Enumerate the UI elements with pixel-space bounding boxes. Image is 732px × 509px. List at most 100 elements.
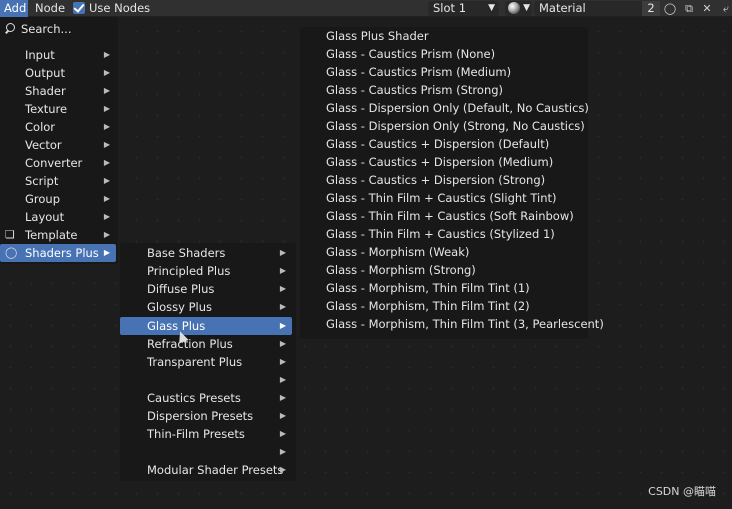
menu-item-label: Modular Shader Presets — [147, 463, 284, 477]
menu-search[interactable]: Search... — [4, 20, 71, 38]
use-nodes-checkbox[interactable] — [73, 2, 85, 14]
submenu-arrow-icon: ▶ — [103, 176, 110, 185]
menu-item-base-shaders[interactable]: Base Shaders ▶ — [120, 244, 292, 262]
submenu-arrow-icon: ▶ — [279, 284, 286, 293]
slot-dropdown[interactable]: Slot 1 ▼ — [428, 1, 499, 16]
menu-item-dispersion-only-strong[interactable]: Glass - Dispersion Only (Strong, No Caus… — [300, 117, 588, 135]
submenu-arrow-icon: ▶ — [279, 339, 286, 348]
menu-item-label: Input — [25, 48, 55, 62]
menu-item-dispersion-presets[interactable]: Dispersion Presets ▶ — [120, 407, 292, 425]
menu-item-caustics-dispersion-medium[interactable]: Glass - Caustics + Dispersion (Medium) — [300, 153, 588, 171]
menu-item-morphism-tint-1[interactable]: Glass - Morphism, Thin Film Tint (1) — [300, 279, 588, 297]
menu-item-principled-plus[interactable]: Principled Plus ▶ — [120, 262, 292, 280]
menu-item-label: Caustics Presets — [147, 391, 241, 405]
submenu-arrow-icon: ▶ — [279, 375, 286, 384]
menu-item-label: Shader — [25, 84, 66, 98]
menu-item-thin-film-stylized-1[interactable]: Glass - Thin Film + Caustics (Stylized 1… — [300, 225, 588, 243]
menu-item-transparent-plus[interactable]: Transparent Plus ▶ — [120, 353, 292, 371]
menu-item-label: Layout — [25, 210, 65, 224]
menu-item-label: Principled Plus — [147, 264, 231, 278]
chevron-down-icon: ▼ — [523, 3, 530, 13]
material-name-field[interactable]: Material — [534, 1, 642, 16]
add-menu-button[interactable]: Add — [0, 0, 28, 17]
watermark: CSDN @瞄喵 — [648, 485, 716, 498]
menu-item-label: Template — [25, 228, 78, 242]
menu-item-shader[interactable]: Shader ▶ — [0, 82, 116, 100]
submenu-arrow-icon: ▶ — [279, 393, 286, 402]
material-users-count[interactable]: 2 — [642, 1, 660, 16]
menu-item-color[interactable]: Color ▶ — [0, 118, 116, 136]
use-nodes-toggle[interactable]: Use Nodes — [73, 1, 150, 16]
shield-icon[interactable]: ◯ — [662, 1, 678, 16]
menu-item-texture[interactable]: Texture ▶ — [0, 100, 116, 118]
submenu-arrow-icon: ▶ — [279, 465, 286, 474]
menu-item-morphism-tint-2[interactable]: Glass - Morphism, Thin Film Tint (2) — [300, 297, 588, 315]
submenu-arrow-icon: ▶ — [103, 248, 110, 257]
menu-item-vector[interactable]: Vector ▶ — [0, 136, 116, 154]
menu-item-caustics-dispersion-default[interactable]: Glass - Caustics + Dispersion (Default) — [300, 135, 588, 153]
menu-item-glossy-plus[interactable]: Glossy Plus ▶ — [120, 298, 292, 316]
menu-item-label: Color — [25, 120, 56, 134]
chevron-down-icon: ▼ — [488, 3, 495, 13]
menu-item-thin-film-slight-tint[interactable]: Glass - Thin Film + Caustics (Slight Tin… — [300, 189, 588, 207]
menu-item-label: Diffuse Plus — [147, 282, 215, 296]
menu-item-blank[interactable]: ▶ — [120, 443, 292, 461]
menu-item-caustics-prism-medium[interactable]: Glass - Caustics Prism (Medium) — [300, 63, 588, 81]
menu-item-label: Texture — [25, 102, 68, 116]
menu-item-caustics-prism-strong[interactable]: Glass - Caustics Prism (Strong) — [300, 81, 588, 99]
menu-item-caustics-presets[interactable]: Caustics Presets ▶ — [120, 389, 292, 407]
menu-item-label: Thin-Film Presets — [147, 427, 245, 441]
menu-item-morphism-strong[interactable]: Glass - Morphism (Strong) — [300, 261, 588, 279]
submenu-arrow-icon: ▶ — [103, 50, 110, 59]
menu-item-script[interactable]: Script ▶ — [0, 172, 116, 190]
menu-item-thin-film-presets[interactable]: Thin-Film Presets ▶ — [120, 425, 292, 443]
menu-item-refraction-plus[interactable]: Refraction Plus ▶ — [120, 335, 292, 353]
menu-item-label: Shaders Plus — [25, 246, 99, 260]
submenu-arrow-icon: ▶ — [279, 357, 286, 366]
menu-item-label: Glossy Plus — [147, 300, 212, 314]
menu-item-group[interactable]: Group ▶ — [0, 190, 116, 208]
menu-item-glass-plus[interactable]: Glass Plus ▶ — [120, 317, 292, 335]
menu-item-input[interactable]: Input ▶ — [0, 46, 116, 64]
submenu-arrow-icon: ▶ — [279, 411, 286, 420]
duplicate-icon[interactable]: ⧉ — [681, 1, 697, 16]
menu-item-blank[interactable]: ▶ — [120, 371, 292, 389]
submenu-arrow-icon: ▶ — [103, 86, 110, 95]
menu-item-dispersion-only-default[interactable]: Glass - Dispersion Only (Default, No Cau… — [300, 99, 589, 117]
shaders-plus-submenu: Base Shaders ▶ Principled Plus ▶ Diffuse P… — [120, 243, 296, 481]
submenu-arrow-icon: ▶ — [103, 140, 110, 149]
menu-item-glass-plus-shader[interactable]: Glass Plus Shader — [300, 27, 588, 45]
submenu-arrow-icon: ▶ — [103, 68, 110, 77]
menu-item-diffuse-plus[interactable]: Diffuse Plus ▶ — [120, 280, 292, 298]
menu-item-label: Script — [25, 174, 59, 188]
submenu-arrow-icon: ▶ — [279, 302, 286, 311]
menu-item-label: Group — [25, 192, 61, 206]
menu-item-shaders-plus[interactable]: ◯ Shaders Plus ▶ — [0, 244, 116, 262]
menu-item-layout[interactable]: Layout ▶ — [0, 208, 116, 226]
node-menu-button[interactable]: Node — [31, 0, 67, 17]
material-browse-button[interactable]: ▼ — [505, 1, 532, 16]
menu-item-modular-shader-presets[interactable]: Modular Shader Presets ▶ — [120, 461, 292, 479]
menu-item-morphism-tint-3[interactable]: Glass - Morphism, Thin Film Tint (3, Pea… — [300, 315, 604, 333]
submenu-arrow-icon: ▶ — [103, 194, 110, 203]
submenu-arrow-icon: ▶ — [103, 122, 110, 131]
menu-item-morphism-weak[interactable]: Glass - Morphism (Weak) — [300, 243, 588, 261]
submenu-arrow-icon: ▶ — [279, 447, 286, 456]
menu-item-converter[interactable]: Converter ▶ — [0, 154, 116, 172]
node-editor-header: Add Node Use Nodes Slot 1 ▼ ▼ Material 2… — [0, 0, 732, 17]
menu-item-caustics-prism-none[interactable]: Glass - Caustics Prism (None) — [300, 45, 588, 63]
menu-item-output[interactable]: Output ▶ — [0, 64, 116, 82]
submenu-arrow-icon: ▶ — [279, 321, 286, 330]
menu-item-thin-film-soft-rainbow[interactable]: Glass - Thin Film + Caustics (Soft Rainb… — [300, 207, 588, 225]
menu-item-caustics-dispersion-strong[interactable]: Glass - Caustics + Dispersion (Strong) — [300, 171, 588, 189]
menu-item-template[interactable]: ❏ Template ▶ — [0, 226, 116, 244]
pin-icon[interactable]: ⤶ — [718, 1, 732, 16]
search-icon — [4, 23, 16, 35]
submenu-arrow-icon: ▶ — [103, 212, 110, 221]
submenu-arrow-icon: ▶ — [279, 248, 286, 257]
slot-value: Slot 1 — [433, 1, 467, 15]
use-nodes-label: Use Nodes — [89, 1, 151, 15]
close-icon[interactable]: ✕ — [699, 1, 715, 16]
menu-item-label: Glass Plus — [147, 319, 206, 333]
menu-item-label: Base Shaders — [147, 246, 226, 260]
